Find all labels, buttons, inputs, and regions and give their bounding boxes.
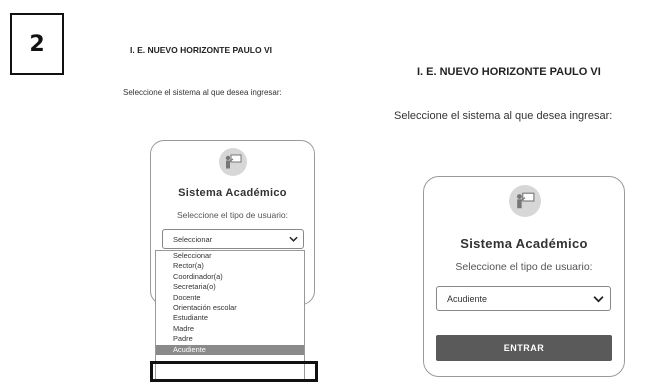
user-type-select[interactable]: Acudiente [436, 286, 611, 311]
option-estudiante[interactable]: Estudiante [156, 313, 304, 323]
school-title: I. E. NUEVO HORIZONTE PAULO VI [417, 66, 601, 78]
step-number-badge: 2 [10, 13, 64, 75]
chevron-down-icon [289, 236, 298, 242]
user-type-select-value: Seleccionar [173, 234, 213, 244]
system-prompt: Seleccione el sistema al que desea ingre… [123, 88, 282, 97]
chevron-down-icon [593, 295, 604, 302]
system-prompt: Seleccione el sistema al que desea ingre… [394, 110, 613, 122]
option-coordinador[interactable]: Coordinador(a) [156, 272, 304, 282]
option-rector[interactable]: Rector(a) [156, 261, 304, 271]
user-type-select-value: Acudiente [447, 293, 488, 304]
teacher-board-icon [509, 185, 541, 217]
option-seleccionar[interactable]: Seleccionar [156, 251, 304, 261]
selection-highlight-box [150, 361, 318, 382]
option-acudiente[interactable]: Acudiente [156, 344, 304, 355]
option-secretaria[interactable]: Secretaria(o) [156, 282, 304, 292]
system-title: Sistema Académico [460, 236, 588, 251]
user-type-label: Seleccione el tipo de usuario: [176, 210, 289, 220]
step-number: 2 [29, 31, 45, 57]
user-type-select[interactable]: Seleccionar [162, 229, 304, 249]
user-type-label: Seleccione el tipo de usuario: [455, 261, 593, 273]
enter-button[interactable]: ENTRAR [436, 335, 612, 361]
enter-button-label: ENTRAR [503, 343, 545, 353]
teacher-board-icon [219, 148, 247, 176]
option-docente[interactable]: Docente [156, 293, 304, 303]
option-madre[interactable]: Madre [156, 324, 304, 334]
school-title: I. E. NUEVO HORIZONTE PAULO VI [130, 45, 272, 55]
system-title: Sistema Académico [178, 187, 287, 199]
option-orientacion-escolar[interactable]: Orientación escolar [156, 303, 304, 313]
option-padre[interactable]: Padre [156, 334, 304, 344]
